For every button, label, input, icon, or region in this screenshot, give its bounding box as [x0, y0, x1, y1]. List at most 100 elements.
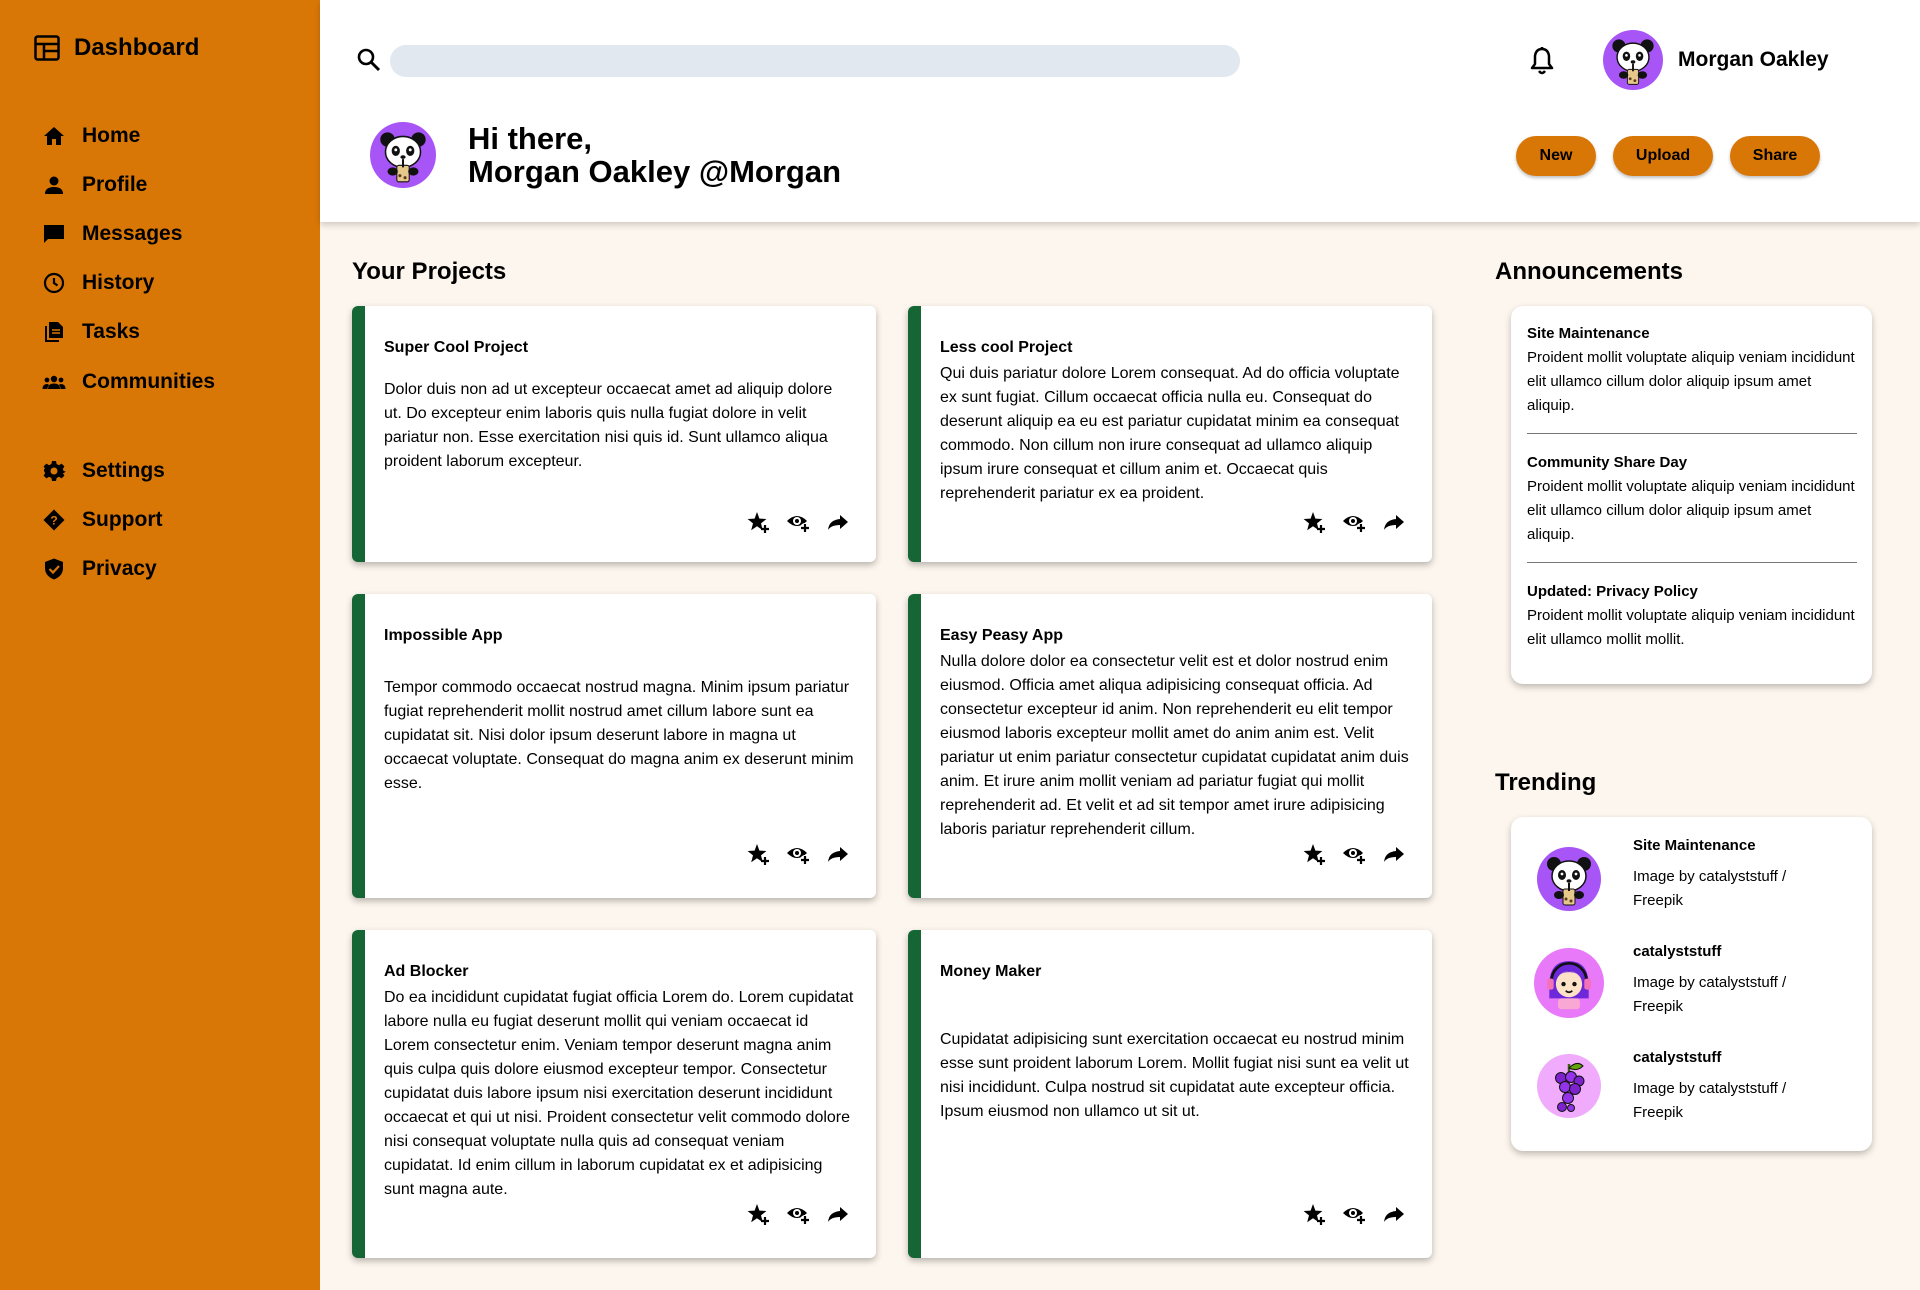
share-icon[interactable]: [1382, 510, 1406, 534]
nav-label: Privacy: [82, 557, 157, 580]
search-icon[interactable]: [356, 47, 382, 73]
trending-title-item[interactable]: Site Maintenance: [1633, 837, 1756, 854]
header: Morgan Oakley Hi there, Morgan Oakley @M…: [320, 0, 1920, 222]
favorite-add-icon[interactable]: [746, 842, 770, 866]
project-description: Do ea incididunt cupidatat fugiat offici…: [384, 989, 854, 1198]
greeting-name: Morgan Oakley @Morgan: [468, 154, 842, 189]
share-icon[interactable]: [1382, 1202, 1406, 1226]
favorite-add-icon[interactable]: [1302, 1202, 1326, 1226]
watch-add-icon[interactable]: [1342, 510, 1366, 534]
share-icon[interactable]: [826, 510, 850, 534]
share-icon[interactable]: [826, 1202, 850, 1226]
favorite-add-icon[interactable]: [746, 1202, 770, 1226]
announcement-title: Updated: Privacy Policy: [1527, 583, 1698, 600]
divider: [1527, 433, 1857, 434]
greeting-line: Hi there,: [468, 121, 593, 156]
nav-item-communities[interactable]: Communities: [42, 370, 215, 394]
announcement-title: Community Share Day: [1527, 454, 1688, 471]
project-card[interactable]: Money Maker Cupidatat adipisicing sunt e…: [908, 930, 1432, 1258]
announcement-body: Proident mollit voluptate aliquip veniam…: [1527, 478, 1855, 543]
trending-title-item[interactable]: catalyststuff: [1633, 1049, 1721, 1066]
watch-add-icon[interactable]: [786, 842, 810, 866]
project-card[interactable]: Easy Peasy App Nulla dolore dolor ea con…: [908, 594, 1432, 898]
announcement[interactable]: Updated: Privacy Policy Proident mollit …: [1527, 580, 1857, 652]
brand-title: Dashboard: [74, 34, 200, 61]
grapes-avatar: [1537, 1054, 1601, 1118]
brand[interactable]: Dashboard: [34, 34, 199, 62]
project-card[interactable]: Less cool Project Qui duis pariatur dolo…: [908, 306, 1432, 562]
nav-label: Tasks: [82, 320, 140, 343]
project-description: Qui duis pariatur dolore Lorem consequat…: [940, 365, 1400, 502]
group-icon: [42, 375, 66, 389]
nav-item-support[interactable]: ? Support: [42, 508, 162, 532]
nav-label: History: [82, 271, 155, 294]
nav-item-home[interactable]: Home: [42, 124, 140, 148]
trending-panel: Site Maintenance Image by catalyststuff …: [1511, 817, 1872, 1151]
card-actions: [1302, 510, 1406, 534]
announcement-body: Proident mollit voluptate aliquip veniam…: [1527, 349, 1855, 414]
upload-button[interactable]: Upload: [1613, 136, 1713, 176]
nav-label: Profile: [82, 173, 148, 196]
announcement[interactable]: Community Share Day Proident mollit volu…: [1527, 451, 1857, 547]
project-description: Nulla dolore dolor ea consectetur velit …: [940, 653, 1409, 838]
nav-label: Support: [82, 508, 163, 531]
project-title: Impossible App: [384, 627, 503, 644]
nav-item-tasks[interactable]: Tasks: [42, 320, 140, 344]
favorite-add-icon[interactable]: [1302, 842, 1326, 866]
svg-text:?: ?: [50, 514, 57, 528]
card-actions: [1302, 1202, 1406, 1226]
trending-credit: Image by catalyststuff / Freepik: [1633, 974, 1787, 1015]
trending-credit: Image by catalyststuff / Freepik: [1633, 868, 1787, 909]
profile-avatar: [370, 122, 436, 188]
trending-credit: Image by catalyststuff / Freepik: [1633, 1080, 1787, 1121]
project-title: Less cool Project: [940, 339, 1073, 356]
help-diamond-icon: ?: [43, 509, 65, 531]
chat-icon: [44, 225, 64, 243]
nav-item-history[interactable]: History: [42, 271, 154, 295]
favorite-add-icon[interactable]: [1302, 510, 1326, 534]
project-card[interactable]: Impossible App Tempor commodo occaecat n…: [352, 594, 876, 898]
user-name[interactable]: Morgan Oakley: [1678, 48, 1829, 72]
watch-add-icon[interactable]: [786, 510, 810, 534]
watch-add-icon[interactable]: [1342, 842, 1366, 866]
nav-item-profile[interactable]: Profile: [42, 173, 147, 197]
announcements-title: Announcements: [1495, 258, 1684, 285]
trending-title-item[interactable]: catalyststuff: [1633, 943, 1721, 960]
home-icon: [44, 127, 64, 145]
divider: [1527, 562, 1857, 563]
project-card[interactable]: Ad Blocker Do ea incididunt cupidatat fu…: [352, 930, 876, 1258]
dashboard-icon: [34, 35, 60, 61]
card-actions: [1302, 842, 1406, 866]
project-card[interactable]: Super Cool Project Dolor duis non ad ut …: [352, 306, 876, 562]
share-icon[interactable]: [826, 842, 850, 866]
watch-add-icon[interactable]: [786, 1202, 810, 1226]
user-avatar[interactable]: [1603, 30, 1663, 90]
bell-icon[interactable]: [1528, 46, 1556, 76]
nav-label: Home: [82, 124, 141, 147]
nav-item-messages[interactable]: Messages: [42, 222, 182, 246]
project-description: Tempor commodo occaecat nostrud magna. M…: [384, 679, 854, 792]
nav-item-settings[interactable]: Settings: [42, 459, 165, 483]
announcement[interactable]: Site Maintenance Proident mollit volupta…: [1527, 322, 1857, 418]
project-description: Cupidatat adipisicing sunt exercitation …: [940, 1031, 1409, 1120]
share-button[interactable]: Share: [1730, 136, 1820, 176]
gear-icon: [43, 461, 66, 481]
share-icon[interactable]: [1382, 842, 1406, 866]
greeting: Hi there, Morgan Oakley @Morgan: [468, 122, 841, 188]
watch-add-icon[interactable]: [1342, 1202, 1366, 1226]
card-actions: [746, 842, 850, 866]
nav-label: Settings: [82, 459, 165, 482]
favorite-add-icon[interactable]: [746, 510, 770, 534]
sidebar: Dashboard Home Profile Messages History …: [0, 0, 320, 1290]
new-button[interactable]: New: [1516, 136, 1596, 176]
project-description: Dolor duis non ad ut excepteur occaecat …: [384, 381, 833, 470]
nav-item-privacy[interactable]: Privacy: [42, 557, 157, 581]
shield-icon: [45, 558, 63, 580]
search-input[interactable]: [390, 45, 1240, 77]
announcement-body: Proident mollit voluptate aliquip veniam…: [1527, 607, 1855, 648]
girl-gamer-avatar: [1534, 948, 1604, 1018]
person-icon: [45, 176, 63, 194]
project-title: Money Maker: [940, 963, 1042, 980]
panda-avatar: [1537, 847, 1601, 911]
announcements-panel: Site Maintenance Proident mollit volupta…: [1511, 306, 1872, 684]
